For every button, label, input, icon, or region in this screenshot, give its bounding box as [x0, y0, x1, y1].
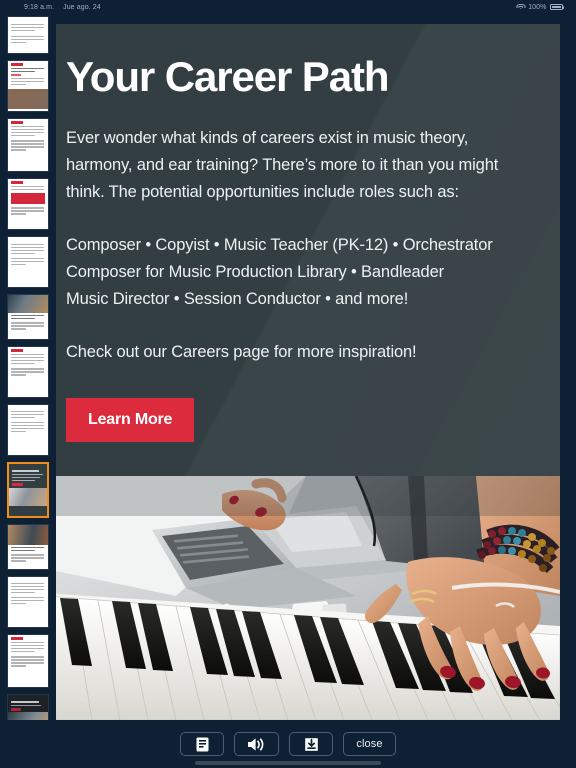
wifi-icon: [516, 3, 526, 11]
intro-paragraph: Ever wonder what kinds of careers exist …: [66, 128, 499, 202]
audio-button[interactable]: [234, 732, 280, 756]
thumbnail-page-1[interactable]: [7, 16, 49, 54]
thumbnail-page-3[interactable]: [7, 118, 49, 172]
page-title: Your Career Path: [66, 53, 390, 100]
thumbnail-page-9-selected[interactable]: [7, 462, 49, 518]
thumbnail-page-6[interactable]: [7, 294, 49, 340]
page-thumbnail-sidebar[interactable]: [0, 14, 56, 768]
piano-photo: [56, 476, 560, 720]
document-icon: [196, 737, 209, 751]
close-button[interactable]: close: [343, 732, 396, 756]
thumbnail-page-7[interactable]: [7, 346, 49, 398]
roles-line-2: Composer for Music Production Library • …: [66, 263, 444, 282]
piano-photo-illustration: [56, 476, 560, 720]
thumbnail-page-4[interactable]: [7, 178, 49, 230]
roles-line-3: Music Director • Session Conductor • and…: [66, 289, 409, 308]
home-indicator: [195, 761, 381, 765]
status-bar: 9:18 a.m. Jue ago. 24 100%: [0, 0, 576, 14]
thumbnail-page-8[interactable]: [7, 404, 49, 456]
page-content-panel: Your Career Path Ever wonder what kinds …: [56, 24, 560, 720]
thumbnail-list: [0, 14, 56, 768]
thumbnail-page-11[interactable]: [7, 576, 49, 628]
roles-list: Composer • Copyist • Music Teacher (PK-1…: [66, 232, 530, 312]
thumbnail-page-5[interactable]: [7, 236, 49, 288]
roles-line-1: Composer • Copyist • Music Teacher (PK-1…: [66, 236, 493, 255]
save-button[interactable]: [289, 732, 334, 756]
battery-full-icon: [549, 4, 564, 10]
thumbnail-page-12[interactable]: [7, 634, 49, 688]
reader-app: 9:18 a.m. Jue ago. 24 100% Your Career P…: [0, 0, 576, 768]
learn-more-button[interactable]: Learn More: [66, 397, 195, 442]
status-date: Jue ago. 24: [63, 3, 101, 11]
closing-paragraph: Check out our Careers page for more insp…: [66, 342, 417, 361]
ad-copy: Your Career Path Ever wonder what kinds …: [56, 24, 560, 442]
bottom-toolbar: close: [0, 720, 576, 768]
speaker-icon: [248, 737, 264, 751]
battery-percent-label: 100%: [528, 3, 547, 11]
status-bar-left: 9:18 a.m. Jue ago. 24: [0, 4, 101, 11]
thumbnail-page-2[interactable]: [7, 60, 49, 112]
thumbnail-page-10[interactable]: [7, 524, 49, 570]
download-icon: [305, 737, 318, 751]
document-button[interactable]: [180, 732, 225, 756]
status-bar-right: 100%: [516, 3, 576, 11]
status-time: 9:18 a.m.: [24, 3, 55, 11]
